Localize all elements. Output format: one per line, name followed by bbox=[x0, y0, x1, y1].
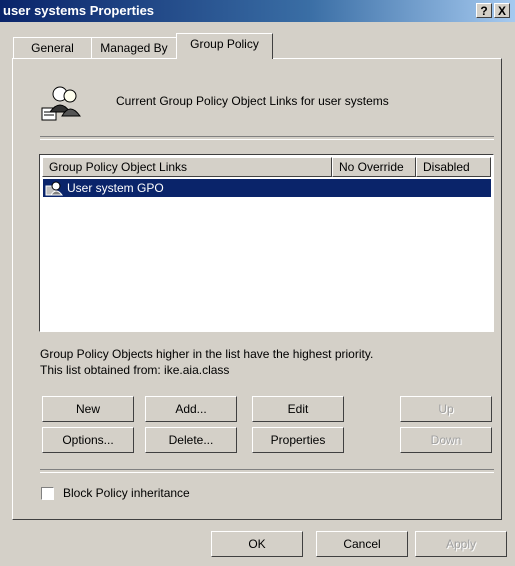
list-item-label: User system GPO bbox=[67, 181, 164, 195]
close-button[interactable]: X bbox=[494, 3, 510, 18]
edit-button[interactable]: Edit bbox=[252, 396, 344, 422]
cancel-button[interactable]: Cancel bbox=[316, 531, 408, 557]
tab-label: Managed By bbox=[100, 41, 168, 55]
options-button[interactable]: Options... bbox=[42, 427, 134, 453]
users-group-icon bbox=[41, 86, 81, 121]
block-inheritance-label: Block Policy inheritance bbox=[63, 486, 190, 500]
block-inheritance-checkbox[interactable] bbox=[41, 487, 54, 500]
list-item[interactable]: User system GPO bbox=[43, 179, 491, 197]
window-title: user systems Properties bbox=[3, 3, 155, 18]
new-button[interactable]: New bbox=[42, 396, 134, 422]
properties-dialog: user systems Properties ? X General Mana… bbox=[0, 0, 515, 566]
tab-label: Group Policy bbox=[190, 37, 259, 51]
tab-managed-by[interactable]: Managed By bbox=[91, 37, 177, 59]
tab-label: General bbox=[31, 41, 74, 55]
tab-general[interactable]: General bbox=[13, 37, 92, 59]
title-bar[interactable]: user systems Properties ? X bbox=[0, 0, 515, 22]
column-header-links[interactable]: Group Policy Object Links bbox=[42, 157, 332, 177]
delete-button[interactable]: Delete... bbox=[145, 427, 237, 453]
divider bbox=[40, 469, 494, 473]
apply-button[interactable]: Apply bbox=[415, 531, 507, 557]
up-button[interactable]: Up bbox=[400, 396, 492, 422]
obtained-from-text: This list obtained from: ike.aia.class bbox=[40, 363, 230, 377]
help-button[interactable]: ? bbox=[476, 3, 492, 18]
header-text: Current Group Policy Object Links for us… bbox=[116, 94, 389, 108]
ok-button[interactable]: OK bbox=[211, 531, 303, 557]
gpo-list[interactable]: Group Policy Object Links No Override Di… bbox=[39, 154, 494, 332]
add-button[interactable]: Add... bbox=[145, 396, 237, 422]
priority-text: Group Policy Objects higher in the list … bbox=[40, 347, 374, 361]
down-button[interactable]: Down bbox=[400, 427, 492, 453]
tab-group-policy[interactable]: Group Policy bbox=[176, 33, 273, 59]
properties-button[interactable]: Properties bbox=[252, 427, 344, 453]
column-header-disabled[interactable]: Disabled bbox=[416, 157, 491, 177]
column-header-no-override[interactable]: No Override bbox=[332, 157, 416, 177]
gpo-icon bbox=[45, 181, 63, 196]
divider bbox=[40, 136, 494, 140]
